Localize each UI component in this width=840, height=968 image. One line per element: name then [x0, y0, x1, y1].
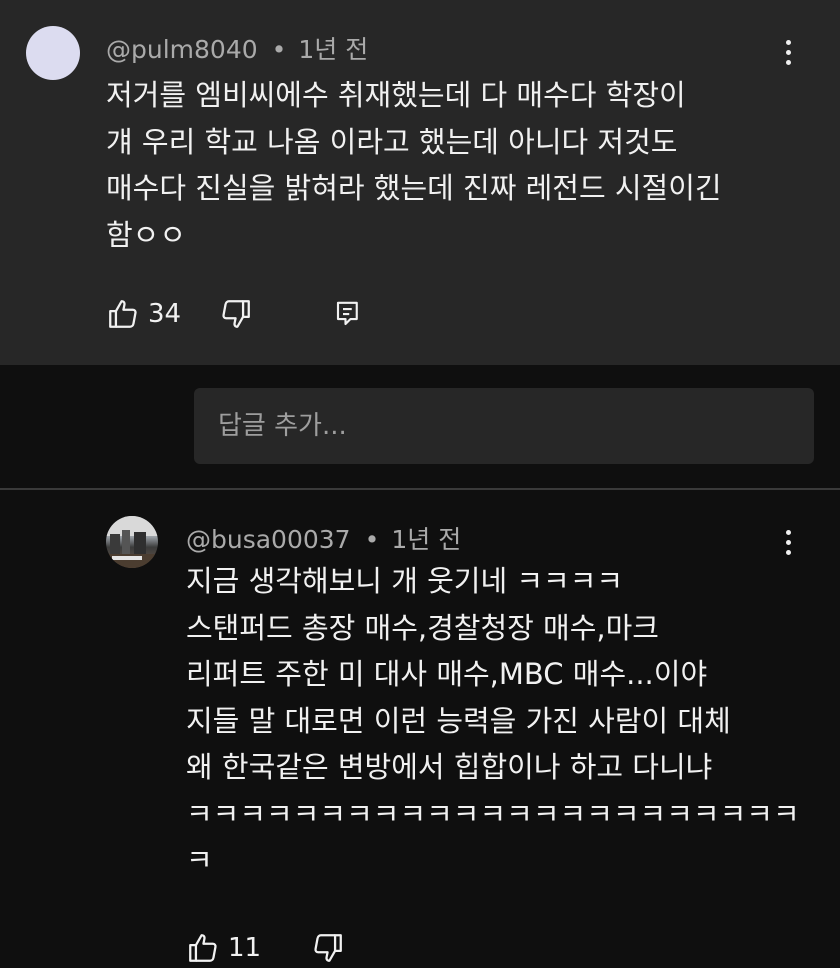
comment-actions: 34	[106, 294, 363, 334]
thumbs-up-icon	[109, 300, 137, 328]
comment-text: 저거를 엠비씨에수 취재했는데 다 매수다 학장이 걔 우리 학교 나옴 이라고…	[106, 78, 722, 252]
like-button[interactable]: 11	[186, 931, 261, 965]
thumbs-down-icon	[314, 934, 342, 962]
separator-dot: •	[364, 525, 380, 554]
more-vert-icon[interactable]	[776, 32, 800, 72]
avatar-photo-image	[106, 516, 158, 568]
like-count: 11	[228, 933, 262, 963]
reply-meta: @busa00037 • 1년 전	[186, 520, 461, 556]
separator-dot: •	[271, 35, 287, 64]
reply-time: 1년 전	[391, 525, 462, 554]
dislike-button[interactable]	[311, 931, 345, 965]
comment-author[interactable]: @pulm8040	[106, 35, 258, 64]
like-button[interactable]: 34	[106, 297, 181, 331]
more-vert-icon[interactable]	[776, 522, 800, 562]
comment-time: 1년 전	[298, 35, 369, 64]
reply-icon	[337, 301, 358, 326]
comment-meta: @pulm8040 • 1년 전	[106, 30, 368, 66]
reply-actions: 11	[186, 928, 345, 968]
divider	[0, 488, 840, 490]
top-comment: @pulm8040 • 1년 전 저거를 엠비씨에수 취재했는데 다 매수다 학장이…	[0, 0, 840, 365]
thumbs-up-icon	[189, 934, 217, 962]
avatar[interactable]	[26, 26, 80, 80]
reply-box[interactable]	[194, 388, 814, 464]
like-count: 34	[148, 299, 182, 329]
reply-avatar[interactable]	[106, 516, 158, 568]
reply-text: 지금 생각해보니 개 웃기네 ㅋㅋㅋㅋ 스탠퍼드 총장 매수,경찰청장 매수,마…	[186, 564, 800, 877]
dislike-button[interactable]	[219, 297, 253, 331]
reply-button[interactable]	[333, 297, 363, 331]
thumbs-down-icon	[222, 300, 250, 328]
reply-input[interactable]	[194, 388, 814, 464]
reply-author[interactable]: @busa00037	[186, 525, 351, 554]
